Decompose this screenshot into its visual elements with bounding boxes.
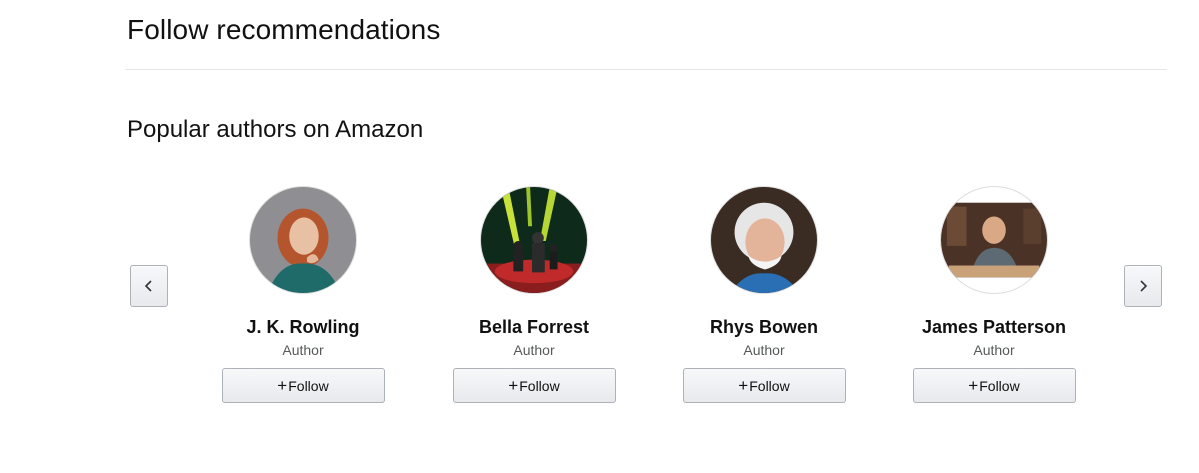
- author-card: J. K. Rowling Author + Follow: [203, 186, 403, 403]
- author-role: Author: [973, 342, 1015, 358]
- follow-button[interactable]: + Follow: [912, 368, 1076, 403]
- chevron-right-icon: [1138, 280, 1148, 292]
- plus-icon: +: [277, 376, 288, 395]
- author-avatar[interactable]: [249, 186, 357, 294]
- follow-button[interactable]: + Follow: [682, 368, 846, 403]
- follow-label: Follow: [288, 377, 329, 394]
- section-divider: [125, 69, 1167, 70]
- follow-label: Follow: [749, 377, 790, 394]
- author-card: Bella Forrest Author + Follow: [434, 186, 634, 403]
- author-avatar[interactable]: [480, 186, 588, 294]
- chevron-left-icon: [144, 280, 154, 292]
- follow-button[interactable]: + Follow: [452, 368, 616, 403]
- section-subtitle: Popular authors on Amazon: [127, 116, 424, 143]
- author-name[interactable]: J. K. Rowling: [246, 316, 359, 338]
- author-avatar[interactable]: [940, 186, 1048, 294]
- author-card: James Patterson Author + Follow: [894, 186, 1094, 403]
- follow-button[interactable]: + Follow: [221, 368, 385, 403]
- follow-label: Follow: [519, 377, 560, 394]
- follow-label: Follow: [979, 377, 1020, 394]
- author-role: Author: [282, 342, 324, 358]
- carousel-prev-button[interactable]: [130, 265, 168, 307]
- plus-icon: +: [738, 376, 749, 395]
- author-avatar[interactable]: [710, 186, 818, 294]
- author-role: Author: [743, 342, 785, 358]
- author-name[interactable]: Rhys Bowen: [710, 316, 818, 338]
- plus-icon: +: [968, 376, 979, 395]
- carousel-next-button[interactable]: [1124, 265, 1162, 307]
- author-role: Author: [513, 342, 555, 358]
- author-card: Rhys Bowen Author + Follow: [664, 186, 864, 403]
- page-title: Follow recommendations: [127, 14, 441, 45]
- plus-icon: +: [508, 376, 519, 395]
- author-name[interactable]: James Patterson: [922, 316, 1066, 338]
- author-name[interactable]: Bella Forrest: [479, 316, 589, 338]
